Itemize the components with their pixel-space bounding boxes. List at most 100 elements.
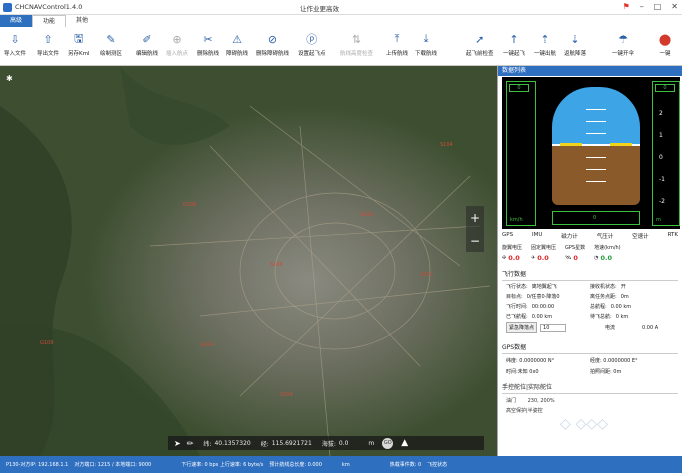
- svg-text:S204: S204: [280, 392, 293, 398]
- gps-satellites: GPS星数 🛰 0: [565, 244, 585, 262]
- one-key-red-label: 一键: [659, 51, 671, 57]
- emergency-landing-row: 紧急降落点 10 电流 0.00 A: [498, 320, 682, 335]
- ruler-icon[interactable]: ✏: [187, 439, 194, 448]
- delete-obstacle-route-button[interactable]: ⊘ 删除障碍航线: [256, 30, 289, 64]
- import-file-label: 导入文件: [4, 51, 27, 57]
- parachute-icon: ☂: [618, 32, 628, 46]
- altitude-value: 0.0: [338, 439, 349, 447]
- close-icon[interactable]: ✕: [671, 2, 678, 11]
- map-scale-icon: ✱: [6, 74, 13, 83]
- save-kml-label: 另存Kml: [68, 51, 90, 57]
- heading-value: 0: [593, 215, 597, 221]
- ground-speed-value: 0.0: [600, 254, 612, 262]
- export-file-label: 导出文件: [37, 51, 60, 57]
- speedometer-icon: ◔: [594, 255, 599, 261]
- go-circle-button[interactable]: GO: [382, 437, 394, 449]
- satellite-icon: 🛰: [565, 255, 572, 261]
- gps-data-grid: 纬度: 0.0000000 N° 经度: 0.0000000 E° 时间:未知 …: [498, 354, 682, 375]
- tab-other[interactable]: 其他: [66, 15, 98, 27]
- sensor-magnetometer: 磁力计: [561, 234, 578, 240]
- gps-latitude: 纬度: 0.0000000 N°: [506, 358, 555, 364]
- emergency-landing-button[interactable]: 紧急降落点: [506, 322, 538, 333]
- delete-route-icon: ✂: [203, 32, 213, 46]
- airspeed-unit: km/h: [510, 217, 523, 223]
- edit-route-button[interactable]: ✐ 编辑航线: [136, 30, 158, 64]
- insert-waypoint-button[interactable]: ⊕ 插入航点: [166, 30, 188, 64]
- flag-icon[interactable]: ⚑: [623, 2, 630, 11]
- ground-speed: 地速(km/h) ◔ 0.0: [594, 244, 621, 262]
- longitude-value: 115.6921721: [271, 439, 312, 447]
- navigate-arrow-icon[interactable]: ➤: [174, 439, 181, 448]
- obstacle-route-button[interactable]: ⚠ 障碍航线: [226, 30, 248, 64]
- return-land-button[interactable]: ⇣ 返航降落: [564, 30, 586, 64]
- altitude-unit: m: [368, 439, 375, 447]
- throttle-value: 230, 200%: [527, 398, 555, 404]
- map-view[interactable]: G108 S106 G109 G101 G104 S204 G109 S104 ✱ + …: [0, 66, 497, 456]
- preflight-check-icon: ➚: [475, 32, 485, 46]
- status-flight-control: 飞控状态: [427, 462, 448, 468]
- delete-route-button[interactable]: ✂ 删除航线: [197, 30, 219, 64]
- remote-control-title: 手控舵位|实际舵位: [502, 382, 678, 394]
- delete-route-label: 删除航线: [197, 51, 220, 57]
- one-key-takeoff-button[interactable]: ↑ 一键起飞: [503, 30, 525, 64]
- latitude-value: 40.1357320: [214, 439, 251, 447]
- route-height-check-button[interactable]: ⇅ 航线高度检查: [340, 30, 373, 64]
- left-wing-marker: [560, 143, 582, 146]
- throttle-label: 油门: [506, 398, 517, 404]
- zoom-in-button[interactable]: +: [470, 211, 480, 225]
- import-file-button[interactable]: ⇩ 导入文件: [4, 30, 26, 64]
- rotor-voltage: 旋翼电压 ✣ 0.0: [502, 244, 522, 262]
- upload-route-button[interactable]: ⤒ 上传航线: [386, 30, 408, 64]
- plane-icon: ✈: [531, 255, 536, 261]
- draw-area-button[interactable]: ✎ 绘制测区: [100, 30, 122, 64]
- watermark-logo: ◇ ◇◇◇: [560, 416, 608, 432]
- tab-function[interactable]: 功能: [32, 15, 67, 27]
- one-key-depart-button[interactable]: ⇡ 一键出航: [534, 30, 556, 64]
- gps-longitude: 经度: 0.0000000 E°: [590, 358, 638, 364]
- edit-route-label: 编辑航线: [136, 51, 159, 57]
- one-key-red-button[interactable]: ⬤ 一键: [658, 30, 672, 64]
- zoom-out-button[interactable]: −: [470, 234, 480, 248]
- toolbar: ⇩ 导入文件 ⇧ 导出文件 🖫 另存Kml ✎ 绘制测区 ✐ 编辑航线 ⊕ 插入…: [0, 27, 682, 66]
- one-key-parachute-button[interactable]: ☂ 一键开伞: [612, 30, 634, 64]
- maximize-icon[interactable]: □: [654, 2, 662, 11]
- fixed-wing-voltage-label: 固定翼电压: [531, 245, 557, 251]
- download-route-button[interactable]: ⤓ 下载航线: [415, 30, 437, 64]
- svg-text:G109: G109: [40, 340, 53, 346]
- window-center-title: 让作业更高效: [300, 5, 339, 13]
- window-controls: ⚑ – □ ✕: [623, 2, 678, 11]
- satellite-imagery: G108 S106 G109 G101 G104 S204 G109 S104: [0, 66, 497, 456]
- throttle-row: 油门 230, 200%: [498, 394, 682, 404]
- depart-icon: ⇡: [540, 32, 550, 46]
- save-kml-button[interactable]: 🖫 另存Kml: [68, 30, 90, 64]
- edit-route-icon: ✐: [142, 32, 152, 46]
- set-takeoff-point-button[interactable]: ⓟ 设置起飞点: [298, 30, 326, 64]
- obstacle-route-label: 障碍航线: [226, 51, 249, 57]
- current-value: 0.00 A: [642, 324, 659, 331]
- return-land-label: 返航降落: [564, 51, 587, 57]
- heading-indicator: 0: [552, 211, 640, 225]
- export-file-button[interactable]: ⇧ 导出文件: [37, 30, 59, 64]
- export-icon: ⇧: [43, 32, 53, 46]
- preflight-check-button[interactable]: ➚ 起飞前检查: [466, 30, 494, 64]
- tab-advanced[interactable]: 高级: [0, 15, 33, 27]
- zoom-control: + −: [466, 206, 484, 252]
- attitude-indicator: [552, 87, 640, 205]
- app-title: CHCNAVControl1.4.0: [15, 3, 83, 11]
- route-height-check-label: 航线高度检查: [340, 51, 374, 57]
- import-icon: ⇩: [10, 32, 20, 46]
- altitude-tick: 2: [659, 110, 663, 117]
- sensor-imu: IMU: [531, 232, 543, 238]
- sensor-rtk: RTK: [667, 232, 678, 238]
- north-arrow-icon[interactable]: ▲: [401, 438, 408, 448]
- airspeed-tape: 0 km/h: [506, 81, 536, 226]
- sensor-airspeed: 空速计: [632, 234, 649, 240]
- one-key-depart-label: 一键出航: [534, 51, 557, 57]
- obstacle-route-icon: ⚠: [232, 32, 242, 46]
- minimize-icon[interactable]: –: [640, 2, 644, 11]
- draw-area-icon: ✎: [106, 32, 116, 46]
- gps-time: 时间:未知 0x0: [506, 369, 539, 375]
- altitude-tick: -2: [659, 198, 665, 205]
- flight-data-grid: 飞行状态: 离地翼起飞 接收机状态: 开 目标点: 0/任意0·降落0 离任务点距: 0…: [498, 281, 682, 320]
- emergency-landing-input[interactable]: 10: [540, 323, 567, 332]
